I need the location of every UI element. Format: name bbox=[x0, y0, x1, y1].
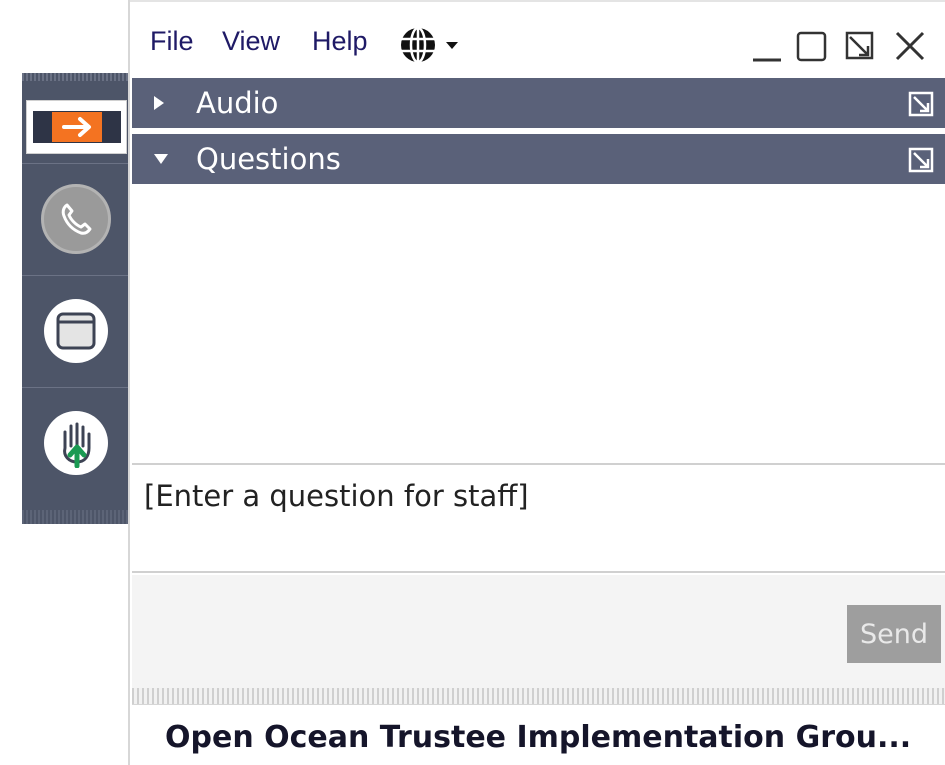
control-panel-window: File View Help Audio Questions [Enter a … bbox=[128, 0, 945, 765]
menu-file[interactable]: File bbox=[150, 26, 194, 57]
menu-help[interactable]: Help bbox=[312, 26, 368, 57]
minimize-icon[interactable] bbox=[750, 28, 784, 64]
question-input[interactable]: [Enter a question for staff] bbox=[132, 463, 945, 573]
panel-title-questions: Questions bbox=[196, 142, 341, 176]
menu-view[interactable]: View bbox=[222, 26, 280, 57]
dock-item-audio[interactable] bbox=[22, 163, 129, 274]
globe-icon bbox=[401, 26, 458, 64]
collapse-triangle-icon bbox=[154, 154, 168, 164]
close-icon[interactable] bbox=[892, 28, 928, 64]
side-dock bbox=[22, 73, 129, 524]
question-input-placeholder: [Enter a question for staff] bbox=[144, 479, 529, 513]
menu-bar: File View Help bbox=[130, 0, 945, 80]
phone-icon bbox=[61, 203, 91, 235]
panel-title-audio: Audio bbox=[196, 86, 279, 120]
panel-popout-icon[interactable] bbox=[907, 90, 935, 118]
window-icon bbox=[56, 312, 95, 350]
resize-grip[interactable] bbox=[132, 688, 945, 705]
collapse-panel-button[interactable] bbox=[26, 100, 127, 154]
popout-icon[interactable] bbox=[842, 28, 878, 64]
language-menu[interactable] bbox=[398, 25, 470, 69]
dock-item-window[interactable] bbox=[22, 275, 129, 386]
send-button[interactable]: Send bbox=[847, 605, 941, 663]
dock-item-raise-hand[interactable] bbox=[22, 387, 129, 498]
send-area: Send bbox=[132, 575, 945, 690]
panel-popout-icon[interactable] bbox=[907, 146, 935, 174]
maximize-icon[interactable] bbox=[794, 28, 830, 64]
panel-header-questions[interactable]: Questions bbox=[132, 134, 945, 184]
panel-header-audio[interactable]: Audio bbox=[132, 78, 945, 128]
expand-triangle-icon bbox=[154, 96, 164, 110]
session-title: Open Ocean Trustee Implementation Grou..… bbox=[165, 720, 912, 755]
raise-hand-icon bbox=[62, 422, 90, 468]
questions-log bbox=[132, 190, 945, 463]
arrow-right-icon bbox=[51, 112, 102, 142]
